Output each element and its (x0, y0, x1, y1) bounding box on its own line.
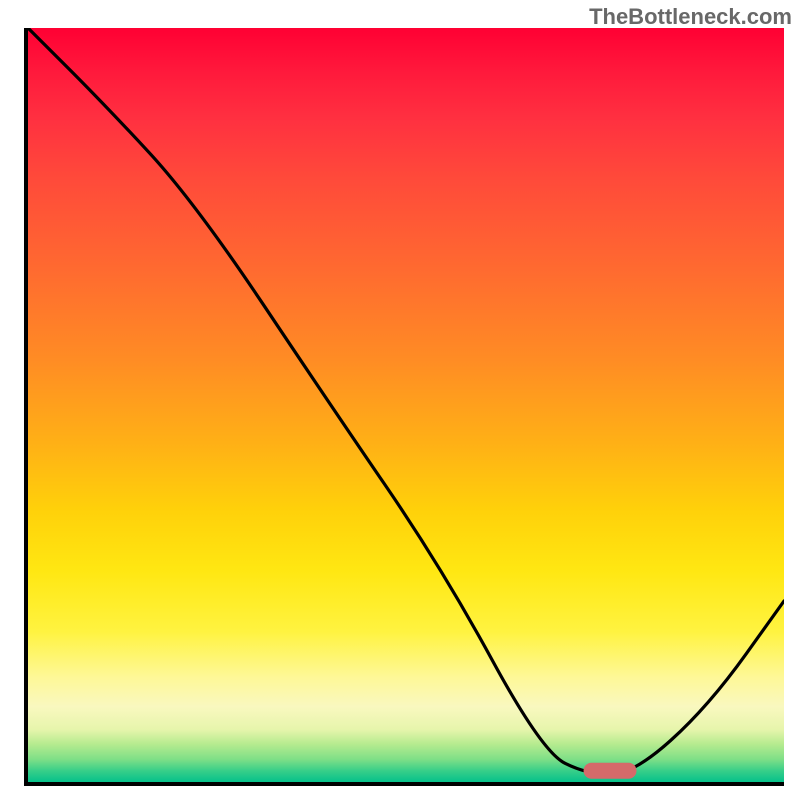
plot-area (28, 28, 784, 782)
curve-svg (28, 28, 784, 782)
bottleneck-curve-path (28, 28, 784, 775)
optimal-range-marker (584, 762, 637, 779)
watermark-text: TheBottleneck.com (589, 4, 792, 30)
chart-container: TheBottleneck.com (0, 0, 800, 800)
